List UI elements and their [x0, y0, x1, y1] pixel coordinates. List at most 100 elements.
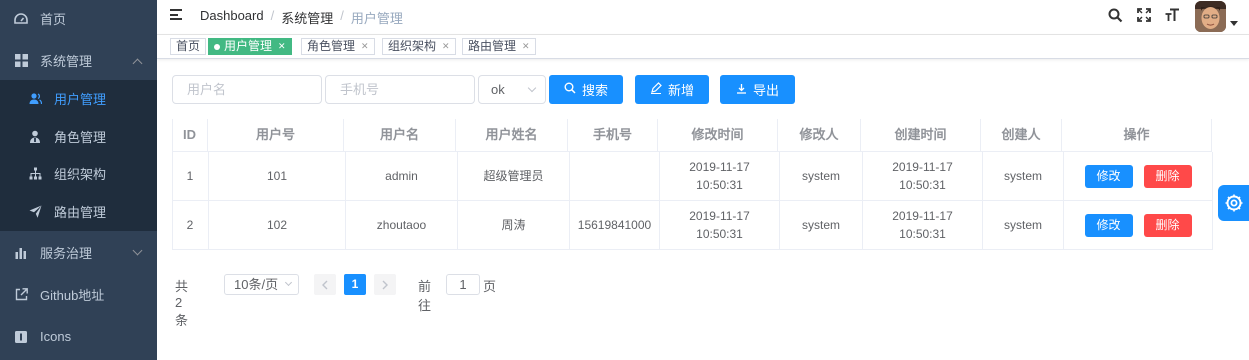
export-button[interactable]: 导出	[720, 75, 795, 104]
cell-id: 2	[172, 201, 209, 249]
tag-users[interactable]: 用户管理 ✕	[208, 38, 292, 55]
close-icon[interactable]: ✕	[361, 39, 369, 54]
column-header[interactable]: 修改人	[778, 119, 861, 152]
external-link-icon	[14, 288, 28, 302]
edit-button[interactable]: 修改	[1084, 164, 1133, 188]
sidebar-item-label: Github地址	[40, 288, 105, 303]
grid-icon	[14, 54, 28, 68]
cell-actions: 修改 删除	[1064, 152, 1213, 200]
breadcrumb-item[interactable]: 系统管理	[281, 8, 333, 27]
column-header[interactable]: 创建人	[981, 119, 1062, 152]
column-header[interactable]: 用户名	[344, 119, 456, 152]
table-row: 2 102 zhoutaoo 周涛 15619841000 2019-11-17…	[172, 201, 1213, 250]
sidebar-item-label: 角色管理	[54, 130, 107, 145]
phone-input[interactable]: 手机号	[325, 75, 475, 104]
download-icon	[736, 83, 747, 97]
cell-created-by: system	[983, 152, 1064, 200]
sidebar-item-github[interactable]: Github地址	[0, 276, 157, 313]
cell-actions: 修改 删除	[1064, 201, 1213, 249]
cell-username: admin	[346, 152, 458, 200]
sidebar-item-label: 组织架构	[54, 167, 107, 182]
chevron-down-icon	[527, 83, 537, 93]
column-header[interactable]: 手机号	[568, 119, 658, 152]
edit-icon	[650, 82, 662, 97]
sidebar-item-home[interactable]: 首页	[0, 0, 157, 37]
chevron-up-icon	[132, 58, 143, 69]
cell-updated-at: 2019-11-17 10:50:31	[660, 152, 780, 200]
fullscreen-icon[interactable]	[1137, 8, 1153, 24]
prev-page-button[interactable]	[314, 274, 336, 295]
role-icon	[28, 130, 42, 144]
cell-updated-by: system	[780, 201, 863, 249]
status-select-value: ok	[491, 82, 505, 97]
column-header[interactable]: ID	[172, 119, 208, 152]
tag-label: 路由管理	[468, 39, 517, 53]
close-icon[interactable]: ✕	[522, 39, 530, 54]
sidebar-item-roles[interactable]: 角色管理	[0, 118, 157, 155]
sidebar-item-users[interactable]: 用户管理	[0, 80, 157, 117]
cell-phone: 15619841000	[570, 201, 660, 249]
page-size-value: 10条/页	[234, 277, 279, 292]
sidebar-item-icons[interactable]: Icons	[0, 318, 157, 355]
search-button[interactable]: 搜索	[549, 75, 623, 104]
delete-button[interactable]: 删除	[1143, 213, 1192, 237]
column-header[interactable]: 创建时间	[861, 119, 981, 152]
goto-page-input[interactable]: 1	[446, 274, 480, 295]
send-icon	[28, 205, 42, 219]
breadcrumb-item[interactable]: Dashboard	[200, 8, 264, 27]
next-page-button[interactable]	[374, 274, 396, 295]
chevron-down-icon	[284, 278, 293, 287]
close-icon[interactable]: ✕	[442, 39, 450, 54]
settings-panel-button[interactable]	[1218, 185, 1249, 221]
chevron-left-icon	[322, 280, 328, 289]
cell-name: 周涛	[458, 201, 570, 249]
cell-name: 超级管理员	[458, 152, 570, 200]
column-header[interactable]: 用户号	[208, 119, 344, 152]
gear-icon	[1225, 194, 1242, 212]
tag-home[interactable]: 首页	[170, 38, 207, 55]
search-icon[interactable]	[1108, 8, 1124, 24]
app-root: 首页 系统管理 用户管理 角色管理 组织架构 路由管理 服务治理 Github地…	[0, 0, 1249, 360]
user-icon	[28, 92, 42, 106]
sidebar-item-services[interactable]: 服务治理	[0, 234, 157, 271]
sidebar-item-system[interactable]: 系统管理	[0, 42, 157, 79]
tag-org[interactable]: 组织架构 ✕	[382, 38, 456, 55]
tag-roles[interactable]: 角色管理 ✕	[301, 38, 375, 55]
add-button-label: 新增	[667, 83, 694, 98]
cell-created-at: 2019-11-17 10:50:31	[863, 201, 983, 249]
column-header[interactable]: 用户姓名	[456, 119, 568, 152]
column-header[interactable]: 修改时间	[658, 119, 778, 152]
username-input[interactable]: 用户名	[172, 75, 322, 104]
active-dot-icon	[214, 43, 220, 50]
status-select[interactable]: ok	[478, 75, 546, 104]
sidebar: 首页 系统管理 用户管理 角色管理 组织架构 路由管理 服务治理 Github地…	[0, 0, 157, 360]
cell-user-no: 102	[209, 201, 346, 249]
cell-updated-at: 2019-11-17 10:50:31	[660, 201, 780, 249]
sidebar-item-label: Icons	[40, 329, 72, 344]
cell-phone	[570, 152, 660, 200]
page-number-current[interactable]: 1	[344, 274, 366, 295]
tag-routes[interactable]: 路由管理 ✕	[462, 38, 536, 55]
sidebar-item-routes[interactable]: 路由管理	[0, 193, 157, 230]
pagination-total: 共 2 条	[175, 279, 189, 328]
cell-created-by: system	[983, 201, 1064, 249]
chevron-down-icon	[132, 245, 143, 256]
edit-button[interactable]: 修改	[1084, 213, 1133, 237]
cell-updated-by: system	[780, 152, 863, 200]
font-size-icon[interactable]	[1165, 8, 1181, 24]
tags-view: 首页 用户管理 ✕ 角色管理 ✕ 组织架构 ✕ 路由管理 ✕	[157, 35, 1249, 59]
cell-username: zhoutaoo	[346, 201, 458, 249]
caret-down-icon[interactable]	[1230, 21, 1238, 26]
page-size-select[interactable]: 10条/页	[224, 274, 299, 295]
tag-label: 组织架构	[388, 39, 437, 53]
info-icon	[14, 330, 28, 344]
close-icon[interactable]: ✕	[278, 39, 286, 54]
hamburger-icon[interactable]	[170, 9, 182, 20]
org-tree-icon	[28, 167, 42, 181]
delete-button[interactable]: 删除	[1143, 164, 1192, 188]
dashboard-icon	[14, 12, 28, 26]
avatar[interactable]	[1195, 1, 1226, 32]
add-button[interactable]: 新增	[635, 75, 709, 104]
sidebar-item-org[interactable]: 组织架构	[0, 155, 157, 192]
search-icon	[564, 82, 576, 97]
